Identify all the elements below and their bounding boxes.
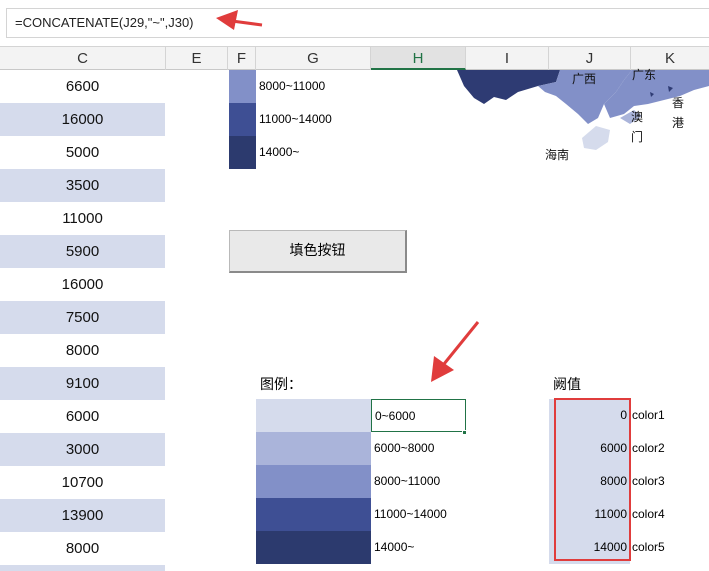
legend-swatch[interactable] [256,432,371,465]
column-header-e[interactable]: E [166,47,228,70]
threshold-highlight-box [554,398,631,561]
legend-swatch[interactable] [256,498,371,531]
cell-c[interactable]: 10700 [0,466,165,499]
column-header-h[interactable]: H [371,47,466,70]
formula-input[interactable]: =CONCATENATE(J29,"~",J30) [6,8,709,38]
cell-c[interactable]: 11000 [0,202,165,235]
cell-c[interactable]: 8000 [0,334,165,367]
column-header-j[interactable]: J [549,47,631,70]
map-label-macau-1: 澳 [631,110,644,124]
map-label-guangxi: 广西 [572,72,597,86]
cell-c[interactable]: 16000 [0,103,165,136]
cell-c[interactable]: 13900 [0,499,165,532]
cell-c-partial [0,565,165,571]
cell-c[interactable]: 5000 [0,136,165,169]
legend-swatch-top [229,103,256,136]
formula-text: =CONCATENATE(J29,"~",J30) [15,15,194,30]
legend-swatch[interactable] [256,531,371,564]
column-header-g[interactable]: G [256,47,371,70]
cell-c[interactable]: 9100 [0,367,165,400]
cell-c[interactable]: 6600 [0,70,165,103]
column-header-row: C E F G H I J K [0,46,709,70]
legend-label[interactable]: 6000~8000 [371,432,466,465]
legend-swatch-top [229,70,256,103]
legend-label-top: 11000~14000 [259,112,332,126]
fill-handle[interactable] [462,430,467,435]
map-label-macau-2: 门 [631,130,644,144]
map-label-hongkong-1: 香 [672,96,685,110]
column-header-f[interactable]: F [228,47,256,70]
legend-swatch[interactable] [256,465,371,498]
legend-swatch[interactable] [256,399,371,432]
formula-bar: =CONCATENATE(J29,"~",J30) [0,0,709,44]
legend-arrow [431,321,480,382]
cell-c[interactable]: 5900 [0,235,165,268]
cell-c[interactable]: 7500 [0,301,165,334]
fill-color-button[interactable]: 填色按钮 [229,230,407,273]
legend-label[interactable]: 14000~ [371,531,466,564]
threshold-color-name[interactable]: color3 [632,465,665,498]
map-label-guangdong: 广东 [632,68,657,82]
map-label-hainan: 海南 [545,148,570,162]
threshold-color-name[interactable]: color5 [632,531,665,564]
threshold-color-name[interactable]: color2 [632,432,665,465]
legend-title: 图例： [260,377,302,393]
cell-c[interactable]: 3000 [0,433,165,466]
map-region-guangdong [604,70,709,118]
legend-swatch-top [229,136,256,169]
cell-c[interactable]: 3500 [0,169,165,202]
column-header-i[interactable]: I [466,47,549,70]
cell-c[interactable]: 16000 [0,268,165,301]
legend-label-selected-cell[interactable]: 0~6000 [371,399,466,432]
legend-label[interactable]: 11000~14000 [371,498,466,531]
legend-label-top: 8000~11000 [259,79,326,93]
map-region-dark [457,70,560,104]
cell-c[interactable]: 8000 [0,532,165,565]
threshold-title: 阙值 [553,377,581,393]
threshold-color-name[interactable]: color4 [632,498,665,531]
map-label-hongkong-2: 港 [672,116,685,130]
map-region-hainan [582,126,610,150]
cell-c[interactable]: 6000 [0,400,165,433]
legend-label-top: 14000~ [259,145,300,159]
column-header-c[interactable]: C [0,47,166,70]
legend-label[interactable]: 8000~11000 [371,465,466,498]
threshold-color-name[interactable]: color1 [632,399,665,432]
